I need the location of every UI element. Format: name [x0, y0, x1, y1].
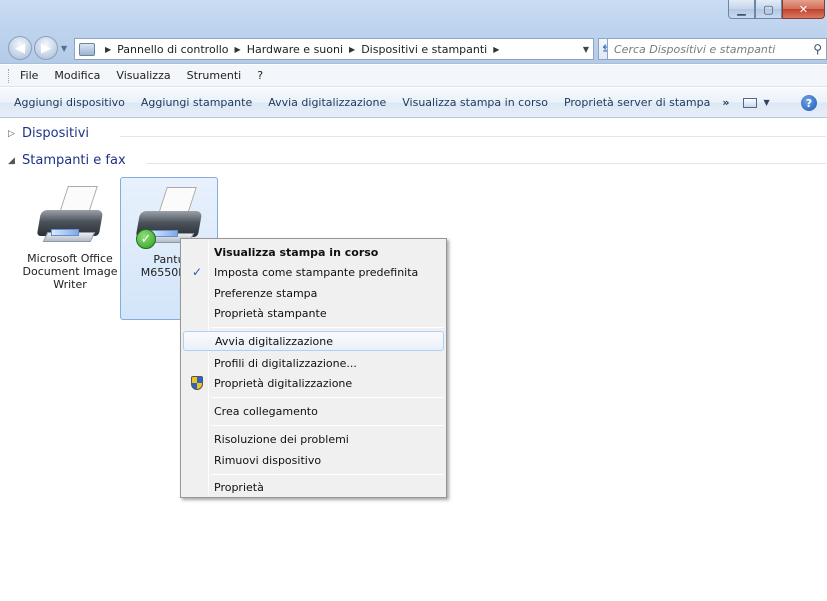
group-divider	[120, 136, 826, 137]
search-input[interactable]: Cerca Dispositivi e stampanti ⚲	[607, 38, 827, 60]
search-placeholder: Cerca Dispositivi e stampanti	[614, 42, 776, 56]
print-server-properties-button[interactable]: Proprietà server di stampa	[556, 93, 718, 112]
menu-item-create-shortcut[interactable]: Crea collegamento	[183, 401, 444, 421]
group-label: Stampanti e fax	[22, 153, 126, 168]
breadcrumb-chevron-icon[interactable]: ▶	[105, 45, 111, 54]
menu-help[interactable]: ?	[254, 67, 266, 84]
menu-item-label: Proprietà	[214, 480, 264, 494]
group-header-printers[interactable]: ◢ Stampanti e fax	[8, 153, 126, 168]
breadcrumb-hardware-sound[interactable]: Hardware e suoni	[247, 43, 343, 56]
menu-item-label: Preferenze stampa	[214, 286, 318, 300]
menu-separator	[211, 425, 444, 426]
more-commands-button[interactable]: »	[722, 96, 729, 109]
collapse-arrow-icon[interactable]: ◢	[8, 156, 16, 166]
menu-item-label: Proprietà stampante	[214, 306, 327, 320]
group-label: Dispositivi	[22, 126, 89, 141]
menu-file[interactable]: File	[17, 67, 41, 84]
menu-separator	[211, 474, 444, 475]
menu-item-print-preferences[interactable]: Preferenze stampa	[183, 283, 444, 303]
menu-item-label: Risoluzione dei problemi	[214, 432, 349, 446]
caption-buttons: ▁ ▢ ✕	[728, 0, 825, 19]
menu-item-troubleshoot[interactable]: Risoluzione dei problemi	[183, 429, 444, 449]
recent-pages-dropdown[interactable]: ▼	[61, 44, 67, 53]
shield-icon	[189, 375, 205, 391]
group-header-devices[interactable]: ▷ Dispositivi	[8, 126, 89, 141]
control-panel-icon	[79, 42, 95, 56]
view-icon	[743, 97, 758, 108]
breadcrumb-chevron-icon[interactable]: ▶	[349, 45, 355, 54]
search-icon[interactable]: ⚲	[813, 42, 822, 56]
menu-item-start-scan[interactable]: Avvia digitalizzazione	[183, 331, 444, 351]
see-print-queue-button[interactable]: Visualizza stampa in corso	[394, 93, 556, 112]
breadcrumb-chevron-icon[interactable]: ▶	[493, 45, 499, 54]
printer-name: Document Image	[22, 265, 118, 278]
change-view-button[interactable]: ▼	[743, 97, 770, 108]
printer-item[interactable]: Microsoft Office Document Image Writer	[22, 180, 118, 320]
menu-bar: File Modifica Visualizza Strumenti ?	[0, 65, 827, 87]
expand-arrow-icon[interactable]: ▷	[8, 129, 16, 139]
menu-grip	[8, 68, 11, 83]
maximize-button[interactable]: ▢	[755, 0, 782, 19]
menu-tools[interactable]: Strumenti	[184, 67, 245, 84]
menu-item-scan-properties[interactable]: Proprietà digitalizzazione	[183, 373, 444, 393]
forward-button[interactable]: ▶	[34, 36, 58, 60]
menu-item-properties[interactable]: Proprietà	[183, 477, 444, 497]
printer-name: Microsoft Office	[27, 252, 113, 265]
menu-item-label: Visualizza stampa in corso	[214, 245, 379, 259]
menu-separator	[211, 327, 444, 328]
forward-arrow-icon: ▶	[41, 40, 51, 56]
menu-item-scan-profiles[interactable]: Profili di digitalizzazione...	[183, 353, 444, 373]
menu-item-label: Crea collegamento	[214, 404, 318, 418]
breadcrumb-devices-printers[interactable]: Dispositivi e stampanti	[361, 43, 487, 56]
menu-view[interactable]: Visualizza	[113, 67, 173, 84]
group-divider	[146, 163, 826, 164]
add-printer-button[interactable]: Aggiungi stampante	[133, 93, 260, 112]
close-button[interactable]: ✕	[782, 0, 825, 19]
address-bar[interactable]: ▶ Pannello di controllo ▶ Hardware e suo…	[74, 38, 594, 60]
menu-item-label: Profili di digitalizzazione...	[214, 356, 357, 370]
default-printer-check-icon: ✓	[136, 229, 156, 249]
menu-item-label: Rimuovi dispositivo	[214, 453, 322, 467]
menu-item-remove-device[interactable]: Rimuovi dispositivo	[183, 450, 444, 470]
menu-item-see-print-queue[interactable]: Visualizza stampa in corso	[183, 242, 444, 262]
back-arrow-icon: ◀	[15, 40, 25, 56]
command-bar: Aggiungi dispositivo Aggiungi stampante …	[0, 88, 827, 118]
navigation-buttons: ◀ ▶ ▼	[8, 36, 67, 60]
menu-item-label: Avvia digitalizzazione	[215, 334, 334, 348]
add-device-button[interactable]: Aggiungi dispositivo	[6, 93, 133, 112]
menu-edit[interactable]: Modifica	[51, 67, 103, 84]
printer-name: Writer	[53, 278, 87, 291]
printer-icon	[35, 180, 105, 252]
window-title-bar: ▁ ▢ ✕ ◀ ▶ ▼ ▶ Pannello di controllo ▶ Ha…	[0, 0, 827, 64]
menu-item-printer-properties[interactable]: Proprietà stampante	[183, 303, 444, 323]
start-scan-button[interactable]: Avvia digitalizzazione	[260, 93, 394, 112]
menu-item-label: Proprietà digitalizzazione	[214, 376, 353, 390]
breadcrumb-chevron-icon[interactable]: ▶	[235, 45, 241, 54]
breadcrumb-control-panel[interactable]: Pannello di controllo	[117, 43, 228, 56]
menu-separator	[211, 397, 444, 398]
menu-item-set-default[interactable]: ✓ Imposta come stampante predefinita	[183, 262, 444, 282]
help-icon[interactable]: ?	[801, 95, 817, 111]
context-menu: Visualizza stampa in corso ✓ Imposta com…	[180, 238, 447, 498]
minimize-button[interactable]: ▁	[728, 0, 755, 19]
back-button[interactable]: ◀	[8, 36, 32, 60]
chevron-down-icon[interactable]: ▼	[763, 98, 769, 107]
checkmark-icon: ✓	[191, 265, 203, 279]
menu-item-label: Imposta come stampante predefinita	[214, 265, 419, 279]
address-dropdown-icon[interactable]: ▼	[583, 45, 589, 54]
